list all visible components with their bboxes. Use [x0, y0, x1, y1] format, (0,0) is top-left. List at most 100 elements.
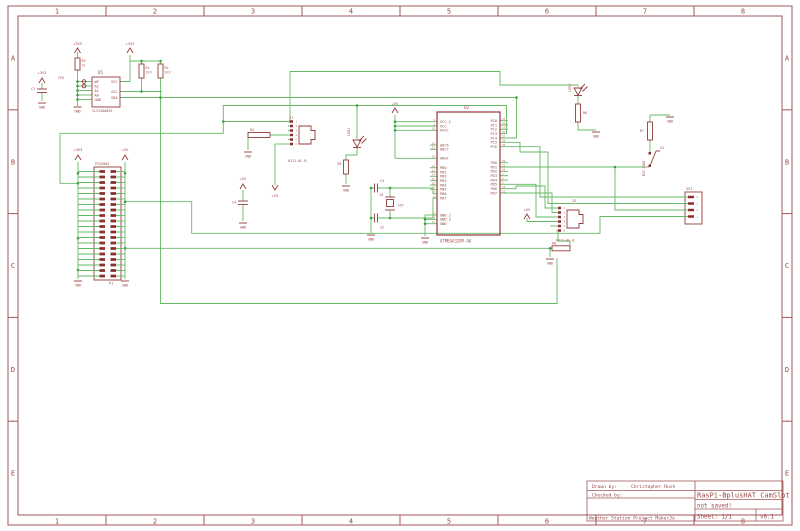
header-pad	[111, 214, 117, 217]
sv1-pin-number: 1	[697, 215, 699, 219]
eeprom-pin-name: A1	[95, 89, 99, 93]
supply-label: +5V	[392, 102, 399, 106]
header-pad	[111, 269, 117, 272]
gnd-label: GND	[122, 284, 128, 288]
header-pad	[100, 198, 106, 201]
header-pad	[111, 170, 117, 173]
mcu-pin-number: 20	[432, 155, 436, 159]
supply-label: +3V3	[74, 148, 83, 152]
header-pad	[111, 176, 117, 179]
frame-col-label: 3	[251, 518, 255, 526]
resistor-r6	[576, 104, 581, 122]
gnd-label: GND	[240, 226, 246, 230]
r6-designator: R6	[583, 111, 587, 115]
j2-pad	[558, 207, 561, 210]
crystal-q1	[387, 200, 394, 207]
junction-dot	[549, 247, 552, 250]
junction-dot	[389, 217, 392, 220]
frame-row-label: A	[11, 55, 16, 63]
gnd-label: GND	[368, 238, 374, 242]
supply-arrow	[240, 184, 246, 189]
r3-value: 1K	[82, 64, 87, 68]
header-pad	[111, 258, 117, 261]
frame-col-label: 8	[741, 518, 745, 526]
led2-designator: LED2	[568, 84, 572, 92]
header-pad	[111, 242, 117, 245]
header-pad	[100, 209, 106, 212]
junction-dot	[76, 85, 79, 88]
sheet-number: Sheet: 1/1	[697, 515, 732, 521]
j2-pad	[558, 211, 561, 214]
mcu-pin-number: 18	[432, 127, 436, 131]
mcu-pin-number: 22	[432, 146, 436, 150]
eeprom-pin-name: SCL	[111, 90, 118, 94]
q1-designator: Q1	[380, 193, 384, 197]
supply-label: +3V3	[73, 42, 82, 46]
wire	[125, 202, 683, 234]
j1-pad	[290, 125, 293, 128]
mcu-pin-name: PC5	[491, 141, 498, 145]
wire	[527, 218, 556, 222]
mcu-pin-name: PB2	[440, 175, 447, 179]
j2-part: RJ11-6L-B	[556, 239, 574, 243]
junction-dot	[424, 218, 427, 221]
sv1-designator: SV1	[686, 187, 693, 191]
header-pad	[100, 214, 106, 217]
header-pad	[100, 176, 106, 179]
frame-col-label: 1	[55, 8, 59, 16]
frame-col-label: 2	[153, 8, 157, 16]
schematic-sheet: U5ILC24AA025WPA2A1A0GNDVCCSCLSDACFGGND+3…	[0, 0, 800, 531]
supply-label: +5V	[240, 177, 247, 181]
j2-pad	[558, 225, 561, 228]
gnd-label: GND	[74, 110, 80, 114]
version-label: v0.1	[760, 515, 774, 521]
frame-row-label: C	[785, 262, 789, 270]
wire	[346, 148, 357, 161]
j1-designator: J1	[289, 116, 293, 120]
supply-arrow	[392, 108, 398, 113]
mcu-pin-name: AVCC	[440, 129, 449, 133]
s1-designator: S1	[660, 146, 664, 150]
mcu-part: ATMEGA328P-AU	[440, 239, 472, 244]
led-arrow	[580, 84, 585, 89]
junction-dot	[76, 89, 79, 92]
j1-pin-number: 6	[296, 142, 298, 146]
r5-designator: R5	[338, 162, 342, 166]
s1-part: B3F-10XX	[642, 161, 646, 176]
eeprom-pin-name: VCC	[111, 80, 118, 84]
eeprom-designator: U5	[98, 70, 103, 75]
project-name: Weather Station Project MakerJo	[589, 516, 675, 522]
header-pad	[100, 203, 106, 206]
frame-col-label: 7	[643, 8, 647, 16]
led1-symbol	[353, 140, 361, 147]
header-pad	[111, 247, 117, 250]
r3-designator: R3	[82, 59, 86, 63]
junction-dot	[140, 90, 143, 93]
j1-pad	[290, 129, 293, 132]
resistor-r7	[648, 122, 653, 140]
sheet-title: RasPi-BplusHAT_CamSlot	[697, 492, 790, 500]
frame-col-label: 4	[349, 8, 353, 16]
frame-row-label: D	[11, 366, 15, 374]
gnd-label: GND	[343, 189, 349, 193]
header-pad	[100, 181, 106, 184]
frame-row-label: B	[11, 158, 15, 166]
junction-dot	[159, 60, 162, 63]
r8-designator: R8	[552, 242, 556, 246]
header-pad	[100, 187, 106, 190]
header-pad	[100, 253, 106, 256]
header-pad	[111, 264, 117, 267]
header-pad	[111, 275, 117, 278]
gnd-label: GND	[547, 262, 553, 266]
frame-col-label: 5	[447, 518, 451, 526]
j2-pad	[558, 220, 561, 223]
eeprom-pin-name: GND	[95, 98, 102, 102]
frame-col-label: 6	[545, 518, 549, 526]
junction-dot	[394, 120, 397, 123]
schematic-editor-canvas: U5ILC24AA025WPA2A1A0GNDVCCSCLSDACFGGND+3…	[0, 0, 800, 531]
j2-pin-number: 2	[564, 211, 566, 215]
j1-pin-number: 1	[296, 120, 298, 124]
header-pad	[111, 198, 117, 201]
frame-row-label: A	[785, 55, 790, 63]
sheet-frame	[8, 6, 792, 525]
